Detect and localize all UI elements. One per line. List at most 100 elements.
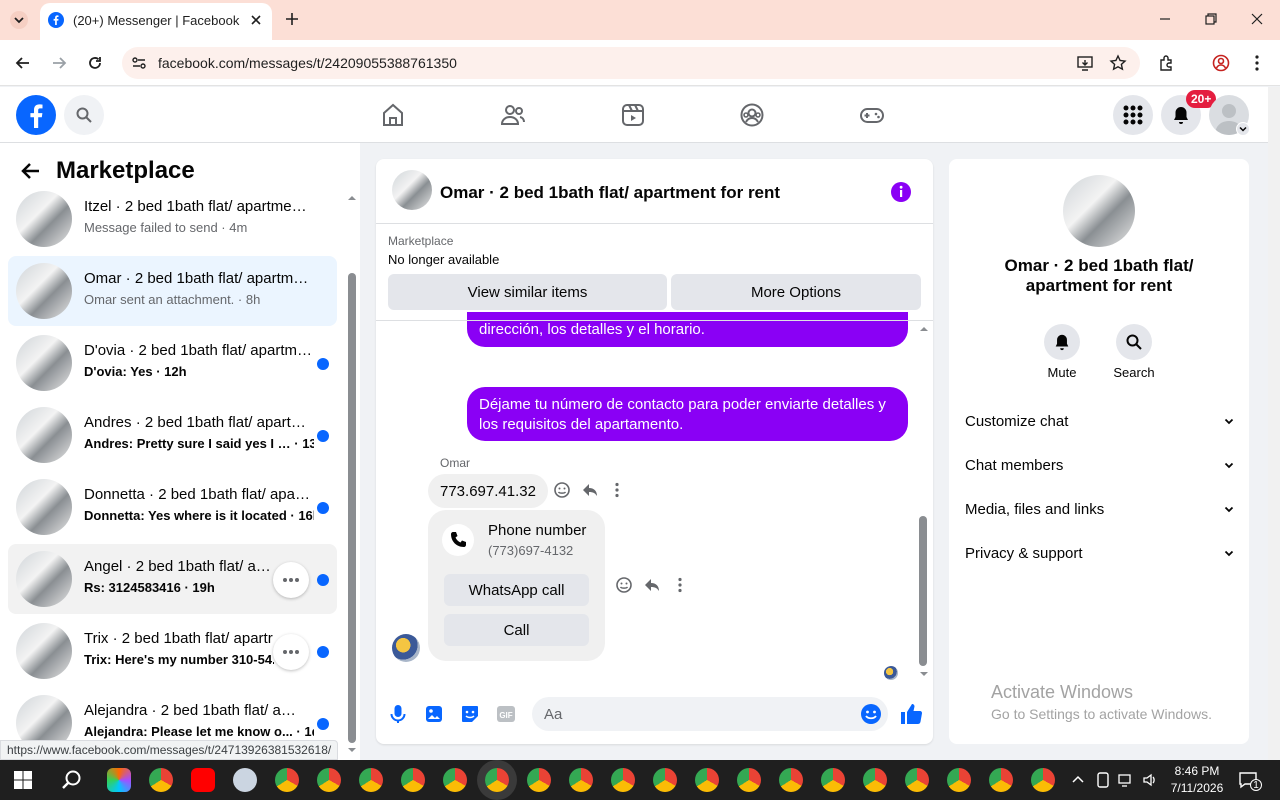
view-similar-items-button[interactable]: View similar items (388, 274, 667, 310)
notification-center-button[interactable]: 1 (1238, 771, 1262, 791)
react-icon[interactable] (615, 576, 633, 594)
conversation-item-angel[interactable]: Angel · 2 bed 1bath flat/ apar Rs: 31245… (8, 544, 337, 614)
network-icon[interactable] (1118, 772, 1134, 788)
new-tab-icon[interactable] (284, 11, 300, 27)
sticker-icon[interactable] (460, 704, 480, 724)
forward-icon[interactable] (50, 54, 68, 72)
chrome-icon[interactable] (569, 768, 593, 792)
info-icon[interactable] (890, 181, 912, 203)
outgoing-message[interactable]: Déjame tu número de contacto para poder … (467, 387, 908, 441)
reload-icon[interactable] (86, 54, 104, 72)
chrome-icon[interactable] (275, 768, 299, 792)
conversation-item-andres[interactable]: Andres · 2 bed 1bath flat/ apartment for… (8, 400, 337, 470)
menu-button[interactable] (1113, 95, 1153, 135)
chrome-icon[interactable] (905, 768, 929, 792)
browser-menu-icon[interactable] (1250, 54, 1264, 72)
chrome-icon[interactable] (821, 768, 845, 792)
incoming-message[interactable]: 773.697.41.32 (428, 474, 548, 508)
chrome-icon[interactable] (863, 768, 887, 792)
site-settings-icon[interactable] (131, 55, 147, 71)
close-tab-icon[interactable] (247, 11, 265, 29)
conversation-item-itzel[interactable]: Itzel · 2 bed 1bath flat/ apartment for … (8, 184, 337, 254)
search-in-chat-button[interactable] (1116, 324, 1152, 360)
video-icon[interactable] (620, 102, 646, 128)
tab-search-icon[interactable] (10, 11, 28, 29)
chat-members-row[interactable]: Chat members (965, 453, 1235, 477)
volume-icon[interactable] (1142, 772, 1158, 788)
search-button[interactable] (64, 95, 104, 135)
photo-icon[interactable] (424, 704, 444, 724)
chrome-icon[interactable] (527, 768, 551, 792)
youtube-icon[interactable] (191, 768, 215, 792)
scroll-down-icon[interactable] (347, 746, 357, 754)
whatsapp-call-button[interactable]: WhatsApp call (444, 574, 589, 606)
paint-icon[interactable] (233, 768, 257, 792)
reply-icon[interactable] (643, 576, 661, 594)
profile-icon[interactable] (1212, 54, 1230, 72)
media-files-links-row[interactable]: Media, files and links (965, 497, 1235, 521)
chat-title[interactable]: Omar · 2 bed 1bath flat/ apartment for r… (440, 183, 780, 203)
chat-scroll-up-icon[interactable] (919, 325, 929, 333)
mute-button[interactable] (1044, 324, 1080, 360)
react-icon[interactable] (553, 481, 571, 499)
more-options-button[interactable]: More Options (671, 274, 921, 310)
thumbs-up-icon[interactable] (899, 702, 923, 726)
clock-time[interactable]: 8:46 PM (1172, 764, 1222, 778)
page-scrollbar[interactable] (1268, 87, 1280, 760)
facebook-logo-icon[interactable] (16, 95, 56, 135)
chrome-icon[interactable] (779, 768, 803, 792)
customize-chat-row[interactable]: Customize chat (965, 409, 1235, 433)
restore-window-icon[interactable] (1204, 12, 1218, 26)
extensions-icon[interactable] (1158, 54, 1176, 72)
scroll-up-icon[interactable] (347, 194, 357, 202)
conversation-more-button[interactable] (273, 634, 309, 670)
back-arrow-icon[interactable] (20, 160, 42, 182)
groups-icon[interactable] (739, 102, 765, 128)
emoji-icon[interactable] (860, 703, 882, 725)
call-button[interactable]: Call (444, 614, 589, 646)
close-window-icon[interactable] (1250, 12, 1264, 26)
chrome-icon[interactable] (947, 768, 971, 792)
conversation-item-trix[interactable]: Trix · 2 bed 1bath flat/ apartr Trix: He… (8, 616, 337, 686)
conversation-item-omar[interactable]: Omar · 2 bed 1bath flat/ apartment for r… (8, 256, 337, 326)
reply-icon[interactable] (581, 481, 599, 499)
conversation-list-scrollbar[interactable] (348, 273, 356, 743)
gif-icon[interactable]: GIF (496, 704, 516, 724)
chrome-icon[interactable] (695, 768, 719, 792)
install-app-icon[interactable] (1076, 54, 1094, 72)
home-icon[interactable] (380, 102, 406, 128)
account-chevron-icon[interactable] (1236, 122, 1250, 136)
conversation-item-alejandra[interactable]: Alejandra · 2 bed 1bath flat/ apartment … (8, 688, 337, 740)
chrome-icon[interactable] (989, 768, 1013, 792)
chrome-icon[interactable] (1031, 768, 1055, 792)
chrome-icon[interactable] (317, 768, 341, 792)
conversation-item-dovia[interactable]: D'ovia · 2 bed 1bath flat/ apartment for… (8, 328, 337, 398)
conversation-more-button[interactable] (273, 562, 309, 598)
bookmark-star-icon[interactable] (1109, 54, 1127, 72)
details-avatar[interactable] (1063, 175, 1135, 247)
privacy-support-row[interactable]: Privacy & support (965, 541, 1235, 565)
copilot-icon[interactable] (107, 768, 131, 792)
chrome-icon[interactable] (653, 768, 677, 792)
show-hidden-icons-icon[interactable] (1072, 774, 1084, 784)
chrome-icon[interactable] (401, 768, 425, 792)
microphone-icon[interactable] (388, 704, 408, 724)
message-more-icon[interactable] (676, 576, 684, 594)
chat-scroll-down-icon[interactable] (919, 670, 929, 678)
back-icon[interactable] (14, 54, 32, 72)
chat-avatar[interactable] (392, 170, 432, 210)
chat-scrollbar[interactable] (919, 516, 927, 666)
conversation-item-donnetta[interactable]: Donnetta · 2 bed 1bath flat/ apartment f… (8, 472, 337, 542)
sender-avatar[interactable] (392, 634, 420, 662)
chrome-icon[interactable] (149, 768, 173, 792)
chrome-icon[interactable] (611, 768, 635, 792)
message-more-icon[interactable] (613, 481, 621, 499)
message-input[interactable] (532, 697, 888, 731)
minimize-window-icon[interactable] (1158, 12, 1172, 26)
device-icon[interactable] (1096, 772, 1110, 788)
clock-date[interactable]: 7/11/2026 (1168, 781, 1226, 795)
friends-icon[interactable] (500, 102, 526, 128)
chrome-icon[interactable] (443, 768, 467, 792)
chrome-icon[interactable] (359, 768, 383, 792)
chrome-icon[interactable] (737, 768, 761, 792)
